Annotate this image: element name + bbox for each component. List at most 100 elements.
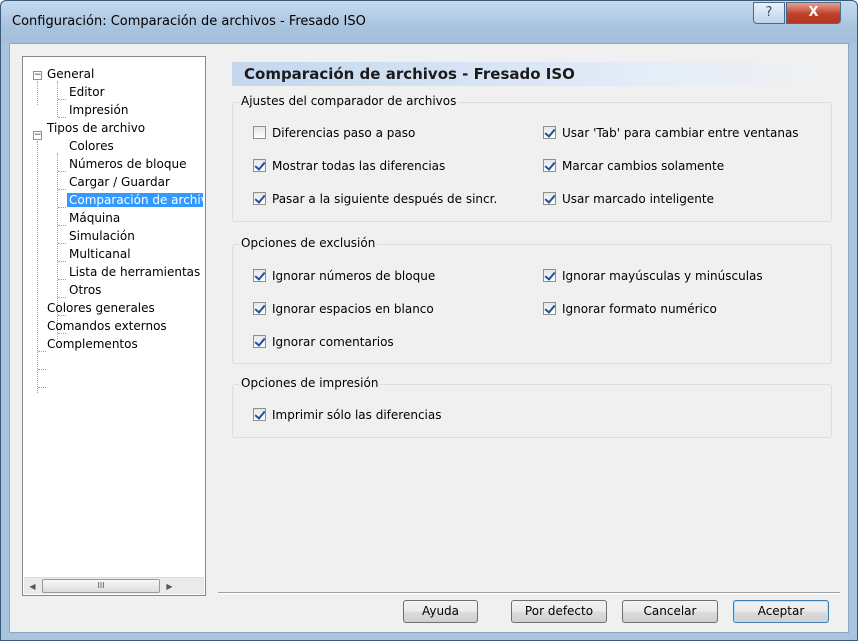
- tree-item-numeros-de-bloque[interactable]: Números de bloque: [69, 155, 203, 173]
- checkbox-checked-icon: [543, 126, 556, 139]
- tree-item-tipos-de-archivo[interactable]: Tipos de archivo: [47, 119, 145, 137]
- dialog-window: Configuración: Comparación de archivos -…: [0, 0, 858, 641]
- tree-item-label: Tipos de archivo: [47, 121, 146, 135]
- tree-item-label: Comandos externos: [47, 319, 167, 333]
- group-title: Opciones de exclusión: [239, 236, 378, 250]
- checkbox-label: Ignorar formato numérico: [562, 302, 717, 316]
- checkbox-checked-icon: [543, 159, 556, 172]
- tree-item-label: Otros: [69, 283, 102, 297]
- button-separator: [218, 592, 840, 594]
- checkbox-label: Diferencias paso a paso: [272, 126, 416, 140]
- collapse-general-icon[interactable]: −: [33, 71, 42, 80]
- tree-connector: [58, 189, 66, 190]
- dialog-client-area: − − General Editor Impresión Tipos de ar…: [9, 43, 849, 633]
- tree-connector: [38, 351, 46, 352]
- checkbox-ignorar-espacios[interactable]: Ignorar espacios en blanco: [253, 301, 434, 317]
- tree-item-label: Comparación de archivos: [67, 193, 203, 207]
- tree-connector: [37, 81, 38, 105]
- checkbox-ignorar-comentarios[interactable]: Ignorar comentarios: [253, 334, 394, 350]
- tree-item-label: Colores generales: [47, 301, 155, 315]
- tree-item-label: Complementos: [47, 337, 138, 351]
- checkbox-label: Ignorar comentarios: [272, 335, 394, 349]
- checkbox-marcar-cambios[interactable]: Marcar cambios solamente: [543, 158, 724, 174]
- tree-connector: [58, 207, 66, 208]
- checkbox-marcado-inteligente[interactable]: Usar marcado inteligente: [543, 191, 714, 207]
- checkbox-checked-icon: [253, 302, 266, 315]
- tree-item-label: Simulación: [69, 229, 135, 243]
- checkbox-checked-icon: [253, 192, 266, 205]
- tree-item-cargar-guardar[interactable]: Cargar / Guardar: [69, 173, 170, 191]
- help-button[interactable]: Ayuda: [403, 600, 478, 623]
- tree-connector: [58, 99, 66, 100]
- tree-item-comandos-externos[interactable]: Comandos externos: [47, 317, 167, 335]
- group-comparator-settings: Ajustes del comparador de archivos Difer…: [232, 94, 832, 222]
- tree-connector: [58, 279, 66, 280]
- tree-item-multicanal[interactable]: Multicanal: [69, 245, 131, 263]
- tree-item-editor[interactable]: Editor: [69, 83, 105, 101]
- window-title: Configuración: Comparación de archivos -…: [12, 14, 366, 29]
- checkbox-label: Imprimir sólo las diferencias: [272, 408, 442, 422]
- checkbox-label: Pasar a la siguiente después de sincr.: [272, 192, 498, 206]
- tree-item-label: Números de bloque: [69, 157, 187, 171]
- checkbox-label: Marcar cambios solamente: [562, 159, 725, 173]
- help-icon: ?: [765, 5, 773, 20]
- checkbox-checked-icon: [253, 269, 266, 282]
- settings-tree[interactable]: − − General Editor Impresión Tipos de ar…: [22, 56, 206, 596]
- checkbox-checked-icon: [543, 302, 556, 315]
- tree-item-complementos[interactable]: Complementos: [47, 335, 138, 353]
- tree-connector: [58, 243, 66, 244]
- checkbox-label: Ignorar números de bloque: [272, 269, 436, 283]
- tree-item-label: Cargar / Guardar: [69, 175, 170, 189]
- tree-item-label: Multicanal: [69, 247, 131, 261]
- tree-horizontal-scrollbar[interactable]: ◀ III ▶: [24, 577, 204, 594]
- scroll-right-icon[interactable]: ▶: [161, 578, 178, 595]
- checkbox-ignorar-formato-numerico[interactable]: Ignorar formato numérico: [543, 301, 717, 317]
- title-bar[interactable]: Configuración: Comparación de archivos -…: [1, 1, 857, 43]
- tree-item-maquina[interactable]: Máquina: [69, 209, 120, 227]
- group-exclusion-options: Opciones de exclusión Ignorar números de…: [232, 236, 832, 364]
- checkbox-pasar-a-siguiente[interactable]: Pasar a la siguiente después de sincr.: [253, 191, 497, 207]
- checkbox-label: Usar marcado inteligente: [562, 192, 714, 206]
- tree-item-impresion[interactable]: Impresión: [69, 101, 128, 119]
- checkbox-label: Ignorar espacios en blanco: [272, 302, 434, 316]
- tree-connector: [38, 387, 46, 388]
- tree-connector: [58, 225, 66, 226]
- close-window-button[interactable]: X: [786, 2, 841, 24]
- tree-item-general[interactable]: General: [47, 65, 94, 83]
- checkbox-diferencias-paso-a-paso[interactable]: Diferencias paso a paso: [253, 125, 415, 141]
- tree-item-label: Editor: [69, 85, 105, 99]
- checkbox-usar-tab[interactable]: Usar 'Tab' para cambiar entre ventanas: [543, 125, 799, 141]
- group-title: Opciones de impresión: [239, 376, 381, 390]
- checkbox-ignorar-numeros-bloque[interactable]: Ignorar números de bloque: [253, 268, 435, 284]
- tree-item-colores-generales[interactable]: Colores generales: [47, 299, 155, 317]
- tree-item-simulacion[interactable]: Simulación: [69, 227, 135, 245]
- tree-item-colores[interactable]: Colores: [69, 137, 114, 155]
- collapse-tipos-icon[interactable]: −: [33, 131, 42, 140]
- tree-connector: [38, 369, 46, 370]
- checkbox-imprimir-solo-diferencias[interactable]: Imprimir sólo las diferencias: [253, 407, 441, 423]
- tree-item-label: Colores: [69, 139, 114, 153]
- tree-item-label: Impresión: [69, 103, 129, 117]
- scroll-left-icon[interactable]: ◀: [24, 578, 41, 595]
- tree-item-lista-de-herramientas[interactable]: Lista de herramientas: [69, 263, 203, 281]
- tree-item-otros[interactable]: Otros: [69, 281, 101, 299]
- checkbox-mostrar-todas[interactable]: Mostrar todas las diferencias: [253, 158, 445, 174]
- tree-connector: [37, 141, 38, 393]
- scrollbar-thumb[interactable]: III: [42, 579, 160, 593]
- tree-item-label: Máquina: [69, 211, 121, 225]
- checkbox-checked-icon: [253, 408, 266, 421]
- defaults-button[interactable]: Por defecto: [511, 600, 607, 623]
- cancel-button[interactable]: Cancelar: [622, 600, 718, 623]
- help-title-button[interactable]: ?: [753, 2, 785, 24]
- group-title: Ajustes del comparador de archivos: [239, 94, 459, 108]
- checkbox-label: Ignorar mayúsculas y minúsculas: [562, 269, 763, 283]
- tree-item-comparacion-de-archivos[interactable]: Comparación de archivos: [67, 191, 203, 209]
- checkbox-label: Usar 'Tab' para cambiar entre ventanas: [562, 126, 799, 140]
- tree-connector: [58, 261, 66, 262]
- checkbox-ignorar-mayusculas[interactable]: Ignorar mayúsculas y minúsculas: [543, 268, 763, 284]
- tree-item-label: General: [47, 67, 95, 81]
- accept-button[interactable]: Aceptar: [733, 600, 829, 623]
- close-icon: X: [808, 5, 819, 20]
- checkbox-label: Mostrar todas las diferencias: [272, 159, 446, 173]
- checkbox-checked-icon: [253, 159, 266, 172]
